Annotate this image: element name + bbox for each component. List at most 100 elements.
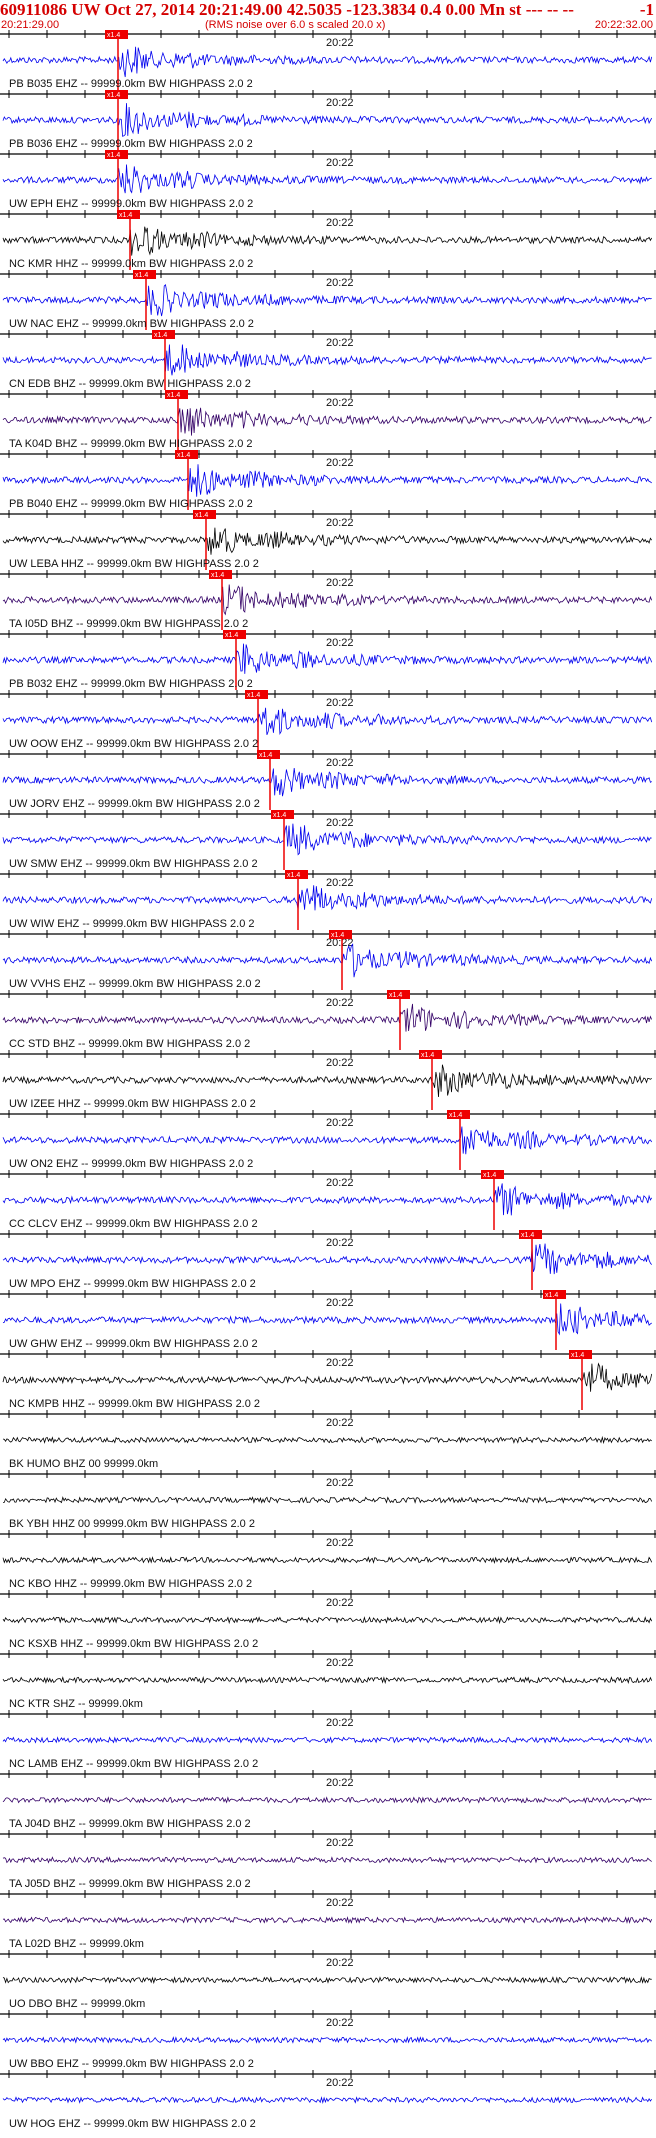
seismic-trace: [2, 283, 652, 317]
station-label: UW NAC EHZ -- 99999.0km BW HIGHPASS 2.0 …: [9, 318, 254, 330]
station-label: CN EDB BHZ -- 99999.0km BW HIGHPASS 2.0 …: [9, 378, 251, 390]
pick-label: x1.4: [119, 212, 132, 219]
minute-label: 20:22: [326, 397, 354, 409]
seismic-trace: [2, 46, 653, 78]
pick-label: x1.4: [167, 392, 180, 399]
station-label: UW LEBA HHZ -- 99999.0km BW HIGHPASS 2.0…: [9, 558, 259, 570]
pick-label: x1.4: [483, 1172, 496, 1179]
minute-label: 20:22: [326, 1837, 354, 1849]
seismic-trace: [2, 1126, 653, 1155]
station-label: UO DBO BHZ -- 99999.0km: [9, 1998, 145, 2010]
seismic-trace: [2, 1736, 653, 1744]
seismic-trace: [2, 768, 652, 797]
minute-label: 20:22: [326, 1117, 354, 1129]
minute-label: 20:22: [326, 1957, 354, 1969]
minute-label: 20:22: [326, 637, 354, 649]
seismic-trace: [2, 1856, 652, 1864]
pick-label: x1.4: [135, 272, 148, 279]
station-label: CC CLCV EHZ -- 99999.0km BW HIGHPASS 2.0…: [9, 1218, 258, 1230]
minute-label: 20:22: [326, 577, 354, 589]
pick-label: x1.4: [107, 152, 120, 159]
minute-label: 20:22: [326, 97, 354, 109]
minute-label: 20:22: [326, 757, 354, 769]
minute-label: 20:22: [326, 1657, 354, 1669]
minute-label: 20:22: [326, 2077, 354, 2089]
station-label: TA I05D BHZ -- 99999.0km BW HIGHPASS 2.0…: [9, 618, 248, 630]
station-label: BK YBH HHZ 00 99999.0km BW HIGHPASS 2.0 …: [9, 1518, 255, 1530]
station-label: UW MPO EHZ -- 99999.0km BW HIGHPASS 2.0 …: [9, 1278, 256, 1290]
seismogram-panel: 20:22 x1.4 PB B035 EHZ -- 99999.0km BW HIG…: [0, 30, 656, 2130]
station-label: UW JORV EHZ -- 99999.0km BW HIGHPASS 2.0…: [9, 798, 260, 810]
minute-label: 20:22: [326, 517, 354, 529]
station-label: UW OOW EHZ -- 99999.0km BW HIGHPASS 2.0 …: [9, 738, 258, 750]
minute-label: 20:22: [326, 277, 354, 289]
seismic-trace: [2, 2096, 653, 2105]
pick-label: x1.4: [259, 752, 272, 759]
seismic-trace: [2, 344, 652, 376]
minute-label: 20:22: [326, 337, 354, 349]
station-label: TA J04D BHZ -- 99999.0km BW HIGHPASS 2.0…: [9, 1818, 251, 1830]
station-label: PB B040 EHZ -- 99999.0km BW HIGHPASS 2.0…: [9, 498, 253, 510]
minute-label: 20:22: [326, 2017, 354, 2029]
seismic-trace: [3, 1496, 653, 1504]
seismic-trace: [2, 1556, 653, 1565]
station-label: UW SMW EHZ -- 99999.0km BW HIGHPASS 2.0 …: [9, 858, 258, 870]
station-label: TA J05D BHZ -- 99999.0km BW HIGHPASS 2.0…: [9, 1878, 251, 1890]
seismic-trace: [2, 885, 653, 911]
pick-label: x1.4: [287, 872, 300, 879]
seismic-trace: [2, 943, 653, 978]
minute-label: 20:22: [326, 457, 354, 469]
station-label: NC KSXB HHZ -- 99999.0km BW HIGHPASS 2.0…: [9, 1638, 258, 1650]
seismic-trace: [2, 527, 653, 555]
pick-label: x1.4: [247, 692, 260, 699]
seismic-trace: [2, 1064, 652, 1098]
minute-label: 20:22: [326, 1537, 354, 1549]
pick-label: x1.4: [177, 452, 190, 459]
station-label: PB B036 EHZ -- 99999.0km BW HIGHPASS 2.0…: [9, 138, 253, 150]
pick-label: x1.4: [545, 1292, 558, 1299]
minute-label: 20:22: [326, 1297, 354, 1309]
pick-label: x1.4: [389, 992, 402, 999]
station-label: NC LAMB EHZ -- 99999.0km BW HIGHPASS 2.0…: [9, 1758, 258, 1770]
station-label: CC STD BHZ -- 99999.0km BW HIGHPASS 2.0 …: [9, 1038, 250, 1050]
pick-label: x1.4: [107, 92, 120, 99]
station-label: PB B035 EHZ -- 99999.0km BW HIGHPASS 2.0…: [9, 78, 253, 90]
seismic-trace: [2, 464, 652, 497]
station-label: TA K04D BHZ -- 99999.0km BW HIGHPASS 2.0…: [9, 438, 253, 450]
pick-label: x1.4: [449, 1112, 462, 1119]
pick-label: x1.4: [225, 632, 238, 639]
minute-label: 20:22: [326, 697, 354, 709]
minute-label: 20:22: [326, 1177, 354, 1189]
pick-label: x1.4: [154, 332, 167, 339]
minute-label: 20:22: [326, 1597, 354, 1609]
pick-label: x1.4: [571, 1352, 584, 1359]
minute-label: 20:22: [326, 1477, 354, 1489]
station-label: UW GHW EHZ -- 99999.0km BW HIGHPASS 2.0 …: [9, 1338, 258, 1350]
minute-label: 20:22: [326, 1057, 354, 1069]
minute-label: 20:22: [326, 997, 354, 1009]
station-label: NC KBO HHZ -- 99999.0km BW HIGHPASS 2.0 …: [9, 1578, 252, 1590]
station-label: UW BBO EHZ -- 99999.0km BW HIGHPASS 2.0 …: [9, 2058, 254, 2070]
pick-label: x1.4: [195, 512, 208, 519]
station-label: UW ON2 EHZ -- 99999.0km BW HIGHPASS 2.0 …: [9, 1158, 253, 1170]
station-label: UW HOG EHZ -- 99999.0km BW HIGHPASS 2.0 …: [9, 2118, 256, 2130]
minute-label: 20:22: [326, 1717, 354, 1729]
pick-label: x1.4: [521, 1232, 534, 1239]
minute-label: 20:22: [326, 1237, 354, 1249]
pick-label: x1.4: [331, 932, 344, 939]
minute-label: 20:22: [326, 1777, 354, 1789]
station-label: TA L02D BHZ -- 99999.0km: [9, 1938, 144, 1950]
minute-label: 20:22: [326, 37, 354, 49]
minute-label: 20:22: [326, 1897, 354, 1909]
minute-label: 20:22: [326, 817, 354, 829]
station-label: PB B032 EHZ -- 99999.0km BW HIGHPASS 2.0…: [9, 678, 253, 690]
seismic-trace: [2, 407, 652, 436]
station-label: UW WIW EHZ -- 99999.0km BW HIGHPASS 2.0 …: [9, 918, 255, 930]
seismic-trace: [2, 1916, 653, 1924]
seismic-trace: [2, 226, 653, 256]
minute-label: 20:22: [326, 1357, 354, 1369]
minute-label: 20:22: [326, 1417, 354, 1429]
pick-label: x1.4: [273, 812, 286, 819]
minute-label: 20:22: [326, 157, 354, 169]
pick-label: x1.4: [421, 1052, 434, 1059]
